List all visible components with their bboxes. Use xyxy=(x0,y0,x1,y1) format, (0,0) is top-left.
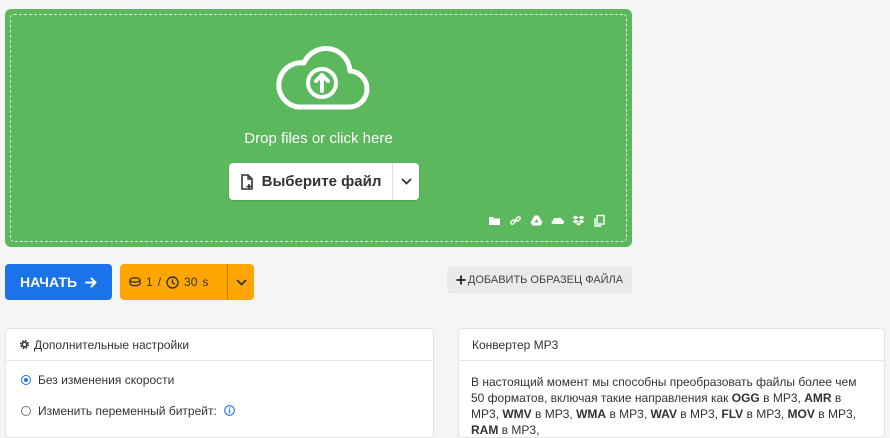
bitrate-option[interactable]: Изменить переменный битрейт: xyxy=(6,395,433,426)
start-button[interactable]: НАЧАТЬ xyxy=(5,264,112,300)
credits-count: 1 xyxy=(146,275,153,289)
format-pair: WAV xyxy=(650,407,677,421)
link-icon[interactable] xyxy=(509,214,522,227)
credits-unit: s xyxy=(202,275,209,289)
upload-sources xyxy=(488,214,606,227)
onedrive-icon[interactable] xyxy=(551,214,564,227)
speed-option[interactable]: Без изменения скорости xyxy=(6,364,433,395)
file-upload-area[interactable]: Drop files or click here Выберите файл xyxy=(5,9,632,247)
format-pair: MOV xyxy=(787,407,815,421)
dropbox-icon[interactable] xyxy=(572,214,585,227)
folder-icon[interactable] xyxy=(488,214,501,227)
clipboard-icon[interactable] xyxy=(593,214,606,227)
add-sample-file-button[interactable]: ДОБАВИТЬ ОБРАЗЕЦ ФАЙЛА xyxy=(447,267,632,293)
credits-button[interactable]: 1 / 30 s xyxy=(120,264,228,300)
clock-icon xyxy=(166,275,179,289)
credits-dropdown-toggle[interactable] xyxy=(228,264,254,300)
no-speed-change-label: Без изменения скорости xyxy=(38,372,175,387)
format-pair: AMR xyxy=(804,391,832,405)
drop-files-text: Drop files or click here xyxy=(244,130,393,147)
start-label: НАЧАТЬ xyxy=(19,274,78,290)
info-title: Конвертер MP3 xyxy=(472,337,559,352)
file-add-icon xyxy=(240,173,253,190)
info-icon[interactable] xyxy=(223,405,235,416)
format-pair: FLV xyxy=(721,407,744,421)
settings-header: Дополнительные настройки xyxy=(6,329,433,361)
choose-file-button[interactable]: Выберите файл xyxy=(229,163,393,200)
plus-icon xyxy=(456,275,466,285)
variable-bitrate-radio[interactable] xyxy=(21,405,31,416)
mp3-converter-info-panel: Конвертер MP3 В настоящий момент мы спос… xyxy=(458,328,885,438)
credits-button-group[interactable]: 1 / 30 s xyxy=(120,264,254,300)
chevron-down-icon xyxy=(400,178,412,185)
format-pair: RAM xyxy=(471,423,499,437)
additional-settings-panel: Дополнительные настройки Без изменения с… xyxy=(5,328,434,438)
info-description: В настоящий момент мы способны преобразо… xyxy=(471,375,857,437)
google-drive-icon[interactable] xyxy=(530,214,543,227)
choose-file-button-group[interactable]: Выберите файл xyxy=(229,163,419,200)
gear-icon xyxy=(19,339,30,350)
credits-separator: / xyxy=(157,275,162,289)
cloud-upload-icon xyxy=(276,45,370,110)
format-pair: WMV xyxy=(502,407,532,421)
no-speed-change-radio[interactable] xyxy=(21,374,31,385)
credits-time: 30 xyxy=(184,275,198,289)
coins-icon xyxy=(129,277,141,287)
info-intro: В настоящий момент мы способны преобразо… xyxy=(471,375,857,405)
info-header: Конвертер MP3 xyxy=(459,329,884,361)
choose-file-label: Выберите файл xyxy=(261,173,382,190)
drop-zone[interactable]: Drop files or click here Выберите файл xyxy=(10,14,627,242)
add-sample-file-label: ДОБАВИТЬ ОБРАЗЕЦ ФАЙЛА xyxy=(467,274,624,286)
settings-title: Дополнительные настройки xyxy=(34,337,190,352)
arrow-right-icon xyxy=(85,277,97,287)
format-pair: WMA xyxy=(576,407,607,421)
choose-file-dropdown-toggle[interactable] xyxy=(393,163,419,200)
chevron-down-icon xyxy=(235,278,247,286)
format-pair: OGG xyxy=(731,391,760,405)
variable-bitrate-label: Изменить переменный битрейт: xyxy=(38,403,217,418)
